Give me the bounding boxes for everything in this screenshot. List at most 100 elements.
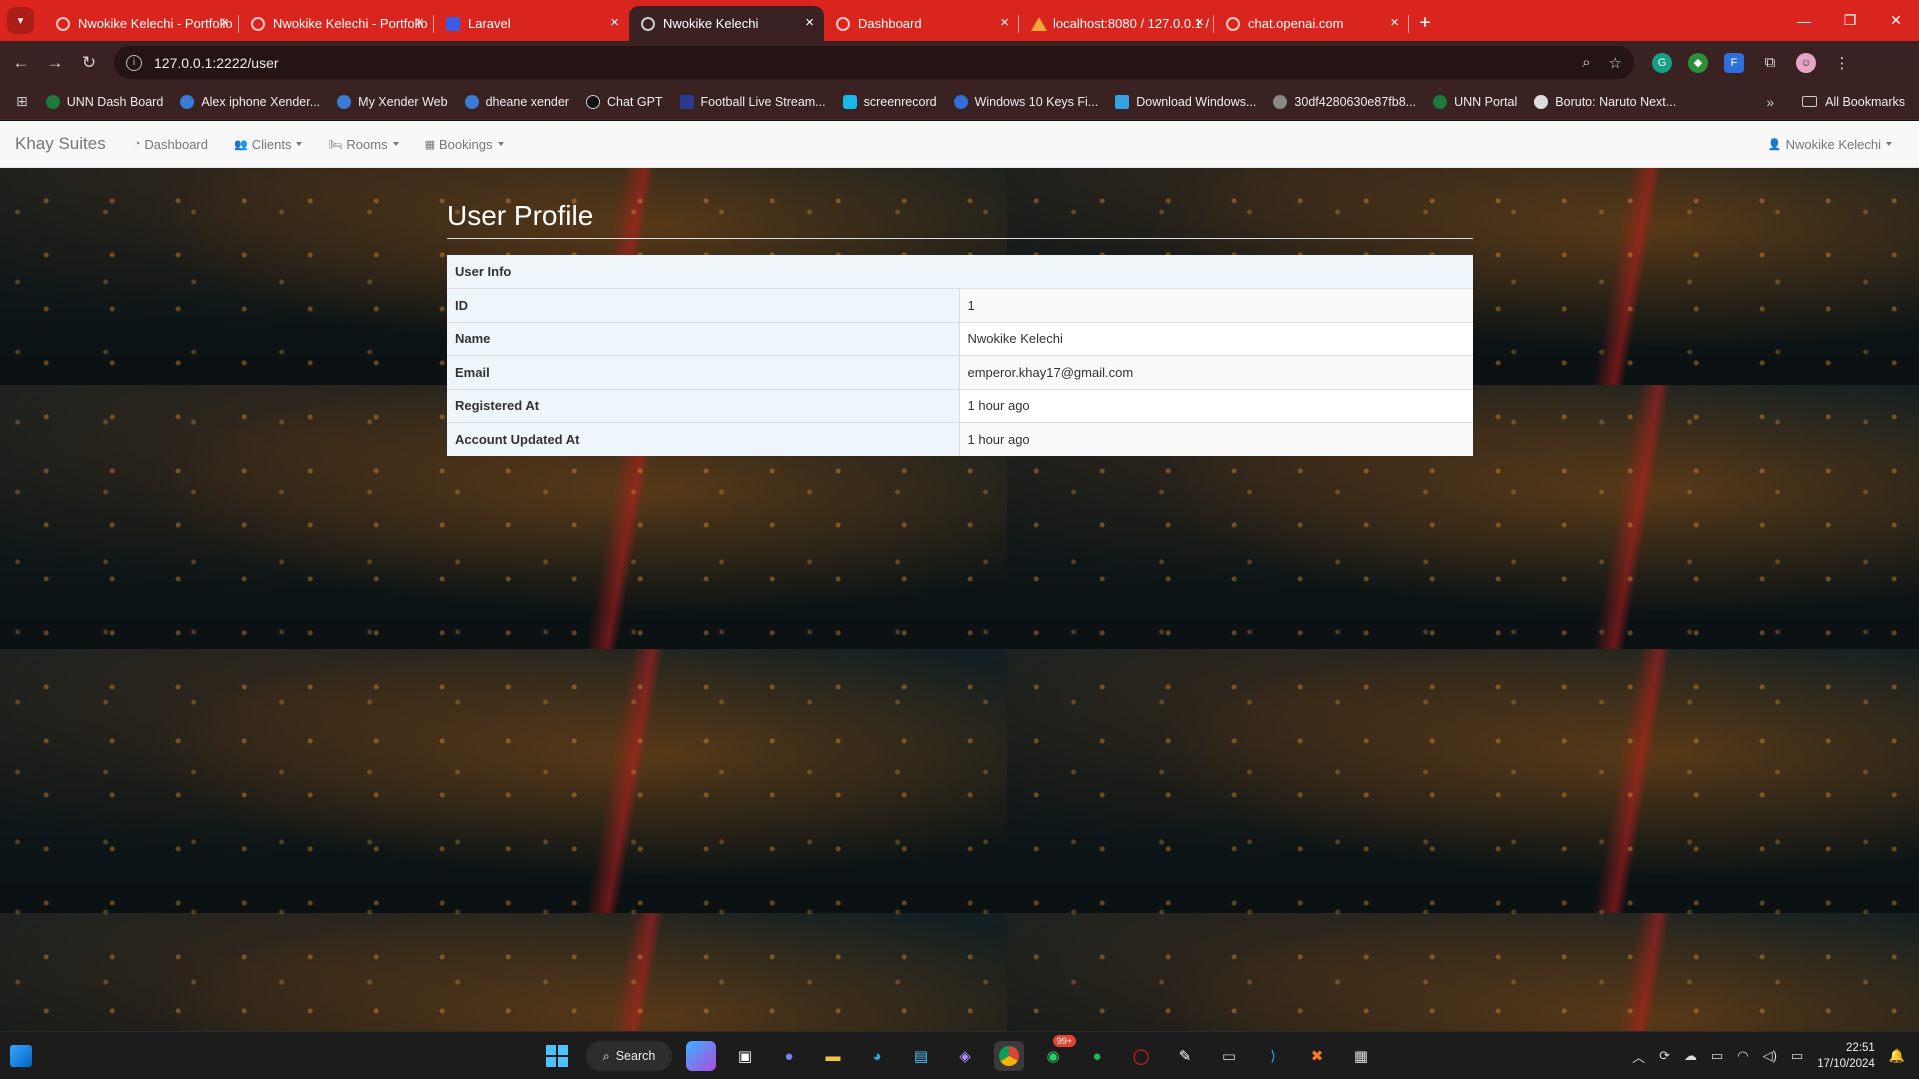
close-tab-icon[interactable]: × (220, 14, 229, 31)
close-tab-icon[interactable]: × (1195, 14, 1204, 31)
nav-user-dropdown[interactable]: 👤 Nwokike Kelechi (1768, 137, 1892, 152)
bookmark-item[interactable]: Chat GPT (585, 94, 663, 109)
xender-icon (337, 94, 352, 109)
app-icon[interactable]: ▦ (1346, 1041, 1376, 1071)
search-icon: ⌕ (602, 1048, 610, 1063)
reload-icon[interactable]: ↻ (72, 53, 106, 73)
store-icon[interactable]: ▤ (906, 1041, 936, 1071)
tab-laravel[interactable]: Laravel × (434, 6, 629, 41)
profile-avatar-icon[interactable]: ☺ (1796, 52, 1816, 73)
table-header-row: User Info (447, 255, 1473, 289)
pen-app-icon[interactable]: ✎ (1170, 1041, 1200, 1071)
brand-link[interactable]: Khay Suites (15, 134, 106, 154)
spotify-icon[interactable]: ● (1082, 1041, 1112, 1071)
windows-start-icon[interactable] (542, 1041, 572, 1071)
openai-icon (585, 94, 600, 109)
taskbar-search-button[interactable]: ⌕ Search (586, 1041, 672, 1071)
tab-portfolio-1[interactable]: Nwokike Kelechi - Portfolio × (44, 6, 239, 41)
bookmark-item[interactable]: My Xender Web (337, 94, 448, 109)
volume-icon[interactable]: ◁) (1763, 1048, 1777, 1064)
close-tab-icon[interactable]: × (1390, 14, 1399, 31)
laravel-icon (446, 17, 460, 31)
bookmark-item[interactable]: UNN Portal (1433, 94, 1517, 109)
teams-chat-icon[interactable]: ● (774, 1041, 804, 1071)
bookmark-item[interactable]: Windows 10 Keys Fi... (953, 94, 1098, 109)
opera-icon[interactable]: ◯ (1126, 1041, 1156, 1071)
wifi-icon[interactable]: ◠ (1737, 1048, 1748, 1064)
extension-icon[interactable]: F (1724, 52, 1744, 73)
bookmark-item[interactable]: 30df4280630e87fb8... (1273, 94, 1416, 109)
all-bookmarks-button[interactable]: All Bookmarks (1802, 95, 1905, 109)
bookmarks-bar: ⊞ UNN Dash Board Alex iphone Xender... M… (0, 84, 1919, 120)
chrome-icon[interactable] (994, 1041, 1024, 1071)
apps-grid-icon[interactable]: ⊞ (16, 93, 28, 110)
address-bar[interactable]: i 127.0.0.1:2222/user ⌕ ☆ (114, 46, 1634, 79)
bookmark-item[interactable]: Alex iphone Xender... (180, 94, 320, 109)
chevron-down-icon: ▾ (17, 15, 24, 27)
cloud-icon[interactable]: ☁ (1684, 1048, 1697, 1064)
new-tab-button[interactable]: + (1409, 6, 1441, 41)
grammarly-icon[interactable]: G (1652, 52, 1672, 73)
caret-down-icon (296, 142, 303, 146)
tab-chatgpt[interactable]: chat.openai.com × (1214, 6, 1409, 41)
tab-nwokike-kelechi[interactable]: Nwokike Kelechi × (629, 6, 824, 41)
file-explorer-icon[interactable]: ▬ (818, 1041, 848, 1071)
user-icon: 👤 (1767, 138, 1782, 151)
tab-title: Nwokike Kelechi (663, 16, 759, 31)
nav-dashboard[interactable]: ◔ Dashboard (134, 137, 208, 152)
close-tab-icon[interactable]: × (610, 14, 619, 31)
task-view-icon[interactable]: ▣ (730, 1041, 760, 1071)
forward-arrow-icon[interactable]: → (38, 53, 72, 73)
back-arrow-icon[interactable]: ← (4, 53, 38, 73)
bookmark-star-icon[interactable]: ☆ (1609, 54, 1622, 72)
tab-search-button[interactable]: ▾ (7, 7, 34, 34)
bookmark-item[interactable]: Download Windows... (1115, 94, 1256, 109)
users-icon: 👥 (234, 138, 248, 151)
browser-tab-bar: ▾ Nwokike Kelechi - Portfolio × Nwokike … (0, 0, 1919, 41)
close-tab-icon[interactable]: × (1000, 14, 1009, 31)
chevron-up-icon[interactable]: ︿ (1632, 1047, 1645, 1066)
tab-portfolio-2[interactable]: Nwokike Kelechi - Portfolio × (239, 6, 434, 41)
keyboard-icon[interactable]: ▭ (1711, 1048, 1723, 1064)
close-window-icon[interactable]: ✕ (1873, 12, 1919, 29)
tab-dashboard[interactable]: Dashboard × (824, 6, 1019, 41)
game-controller-icon[interactable]: ◈ (950, 1041, 980, 1071)
site-info-icon[interactable]: i (126, 54, 142, 71)
chevron-double-right-icon[interactable]: » (1766, 94, 1774, 110)
tab-title: chat.openai.com (1248, 16, 1344, 31)
globe-icon (1273, 94, 1288, 109)
whatsapp-icon[interactable]: ◉ 99+ (1038, 1035, 1076, 1071)
widgets-icon[interactable] (10, 1044, 32, 1067)
close-tab-icon[interactable]: × (805, 14, 814, 31)
bookmark-item[interactable]: Boruto: Naruto Next... (1534, 94, 1676, 109)
xampp-icon[interactable]: ✖ (1302, 1041, 1332, 1071)
nav-rooms-dropdown[interactable]: 🛏 Rooms (328, 137, 399, 152)
extensions-area: G ◆ F ⧉ ☺ ⋮ (1652, 52, 1852, 73)
nav-clients-dropdown[interactable]: 👥 Clients (234, 137, 303, 152)
vscode-icon[interactable]: ⟩ (1258, 1041, 1288, 1071)
battery-icon[interactable]: ▭ (1791, 1048, 1803, 1064)
row-value: emperor.khay17@gmail.com (959, 355, 1473, 389)
puzzle-icon[interactable]: ⧉ (1760, 53, 1780, 73)
extension-icon[interactable]: ◆ (1688, 52, 1708, 73)
copilot-icon[interactable] (686, 1041, 716, 1071)
zoom-icon[interactable]: ⌕ (1582, 54, 1590, 72)
live-icon (679, 94, 694, 109)
bookmark-item[interactable]: Football Live Stream... (679, 94, 826, 109)
plus-icon: + (1419, 12, 1431, 34)
minimize-icon[interactable]: — (1781, 13, 1827, 29)
nav-bookings-dropdown[interactable]: ▦ Bookings (425, 137, 504, 152)
terminal-icon[interactable]: ▭ (1214, 1041, 1244, 1071)
clock[interactable]: 22:51 17/10/2024 (1817, 1040, 1875, 1072)
bookmark-item[interactable]: dheane xender (464, 94, 569, 109)
bookmark-item[interactable]: UNN Dash Board (45, 94, 163, 109)
sync-icon[interactable]: ⟳ (1659, 1048, 1670, 1064)
edge-icon[interactable]: ◕ (862, 1041, 892, 1071)
more-vertical-icon[interactable]: ⋮ (1832, 53, 1852, 73)
notification-bell-icon[interactable]: 🔔 (1889, 1048, 1905, 1064)
close-tab-icon[interactable]: × (415, 14, 424, 31)
tab-phpmyadmin[interactable]: localhost:8080 / 127.0.0.1 / coll × (1019, 6, 1214, 41)
bookmark-item[interactable]: screenrecord (842, 94, 937, 109)
row-label: Account Updated At (447, 422, 960, 456)
restore-icon[interactable]: ❐ (1827, 12, 1873, 29)
